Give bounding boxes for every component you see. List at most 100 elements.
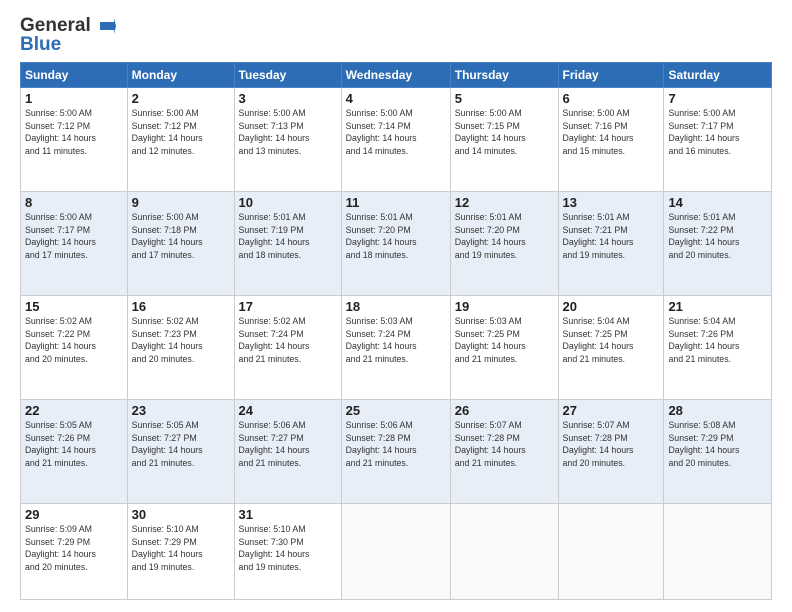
calendar-cell: 4Sunrise: 5:00 AM Sunset: 7:14 PM Daylig… xyxy=(341,87,450,191)
day-info: Sunrise: 5:04 AM Sunset: 7:26 PM Dayligh… xyxy=(668,315,767,366)
calendar-cell: 30Sunrise: 5:10 AM Sunset: 7:29 PM Dayli… xyxy=(127,503,234,599)
day-info: Sunrise: 5:10 AM Sunset: 7:30 PM Dayligh… xyxy=(239,523,337,574)
day-number: 23 xyxy=(132,403,230,418)
day-info: Sunrise: 5:00 AM Sunset: 7:12 PM Dayligh… xyxy=(132,107,230,158)
day-number: 3 xyxy=(239,91,337,106)
day-info: Sunrise: 5:01 AM Sunset: 7:19 PM Dayligh… xyxy=(239,211,337,262)
calendar-cell: 10Sunrise: 5:01 AM Sunset: 7:19 PM Dayli… xyxy=(234,191,341,295)
day-info: Sunrise: 5:03 AM Sunset: 7:25 PM Dayligh… xyxy=(455,315,554,366)
day-number: 29 xyxy=(25,507,123,522)
day-number: 22 xyxy=(25,403,123,418)
logo-blue: Blue xyxy=(20,35,61,56)
calendar-cell: 28Sunrise: 5:08 AM Sunset: 7:29 PM Dayli… xyxy=(664,399,772,503)
day-number: 5 xyxy=(455,91,554,106)
day-info: Sunrise: 5:00 AM Sunset: 7:13 PM Dayligh… xyxy=(239,107,337,158)
calendar-cell xyxy=(450,503,558,599)
calendar-cell: 16Sunrise: 5:02 AM Sunset: 7:23 PM Dayli… xyxy=(127,295,234,399)
day-number: 16 xyxy=(132,299,230,314)
day-info: Sunrise: 5:00 AM Sunset: 7:14 PM Dayligh… xyxy=(346,107,446,158)
day-number: 28 xyxy=(668,403,767,418)
day-info: Sunrise: 5:06 AM Sunset: 7:27 PM Dayligh… xyxy=(239,419,337,470)
calendar-cell: 11Sunrise: 5:01 AM Sunset: 7:20 PM Dayli… xyxy=(341,191,450,295)
calendar-cell: 8Sunrise: 5:00 AM Sunset: 7:17 PM Daylig… xyxy=(21,191,128,295)
calendar-cell xyxy=(664,503,772,599)
calendar-cell: 12Sunrise: 5:01 AM Sunset: 7:20 PM Dayli… xyxy=(450,191,558,295)
calendar-week-row: 29Sunrise: 5:09 AM Sunset: 7:29 PM Dayli… xyxy=(21,503,772,599)
day-number: 4 xyxy=(346,91,446,106)
calendar-cell: 20Sunrise: 5:04 AM Sunset: 7:25 PM Dayli… xyxy=(558,295,664,399)
calendar-cell: 24Sunrise: 5:06 AM Sunset: 7:27 PM Dayli… xyxy=(234,399,341,503)
day-number: 2 xyxy=(132,91,230,106)
day-info: Sunrise: 5:01 AM Sunset: 7:20 PM Dayligh… xyxy=(346,211,446,262)
calendar-week-row: 15Sunrise: 5:02 AM Sunset: 7:22 PM Dayli… xyxy=(21,295,772,399)
day-number: 12 xyxy=(455,195,554,210)
day-info: Sunrise: 5:05 AM Sunset: 7:27 PM Dayligh… xyxy=(132,419,230,470)
day-info: Sunrise: 5:02 AM Sunset: 7:23 PM Dayligh… xyxy=(132,315,230,366)
calendar-cell: 14Sunrise: 5:01 AM Sunset: 7:22 PM Dayli… xyxy=(664,191,772,295)
day-number: 25 xyxy=(346,403,446,418)
calendar-cell: 6Sunrise: 5:00 AM Sunset: 7:16 PM Daylig… xyxy=(558,87,664,191)
calendar-cell: 17Sunrise: 5:02 AM Sunset: 7:24 PM Dayli… xyxy=(234,295,341,399)
day-number: 1 xyxy=(25,91,123,106)
day-info: Sunrise: 5:03 AM Sunset: 7:24 PM Dayligh… xyxy=(346,315,446,366)
day-info: Sunrise: 5:10 AM Sunset: 7:29 PM Dayligh… xyxy=(132,523,230,574)
day-info: Sunrise: 5:09 AM Sunset: 7:29 PM Dayligh… xyxy=(25,523,123,574)
day-number: 30 xyxy=(132,507,230,522)
calendar-table: SundayMondayTuesdayWednesdayThursdayFrid… xyxy=(20,62,772,600)
calendar-cell xyxy=(558,503,664,599)
calendar-cell xyxy=(341,503,450,599)
day-number: 8 xyxy=(25,195,123,210)
day-number: 7 xyxy=(668,91,767,106)
day-number: 18 xyxy=(346,299,446,314)
calendar-cell: 29Sunrise: 5:09 AM Sunset: 7:29 PM Dayli… xyxy=(21,503,128,599)
calendar-cell: 22Sunrise: 5:05 AM Sunset: 7:26 PM Dayli… xyxy=(21,399,128,503)
day-number: 10 xyxy=(239,195,337,210)
day-info: Sunrise: 5:07 AM Sunset: 7:28 PM Dayligh… xyxy=(563,419,660,470)
day-info: Sunrise: 5:02 AM Sunset: 7:22 PM Dayligh… xyxy=(25,315,123,366)
day-number: 15 xyxy=(25,299,123,314)
col-header-wednesday: Wednesday xyxy=(341,62,450,87)
day-number: 31 xyxy=(239,507,337,522)
calendar-week-row: 1Sunrise: 5:00 AM Sunset: 7:12 PM Daylig… xyxy=(21,87,772,191)
calendar-cell: 23Sunrise: 5:05 AM Sunset: 7:27 PM Dayli… xyxy=(127,399,234,503)
day-number: 11 xyxy=(346,195,446,210)
day-number: 14 xyxy=(668,195,767,210)
day-number: 26 xyxy=(455,403,554,418)
day-number: 19 xyxy=(455,299,554,314)
day-number: 17 xyxy=(239,299,337,314)
calendar-cell: 7Sunrise: 5:00 AM Sunset: 7:17 PM Daylig… xyxy=(664,87,772,191)
day-info: Sunrise: 5:08 AM Sunset: 7:29 PM Dayligh… xyxy=(668,419,767,470)
day-info: Sunrise: 5:01 AM Sunset: 7:22 PM Dayligh… xyxy=(668,211,767,262)
day-info: Sunrise: 5:01 AM Sunset: 7:20 PM Dayligh… xyxy=(455,211,554,262)
page: General Blue SundayMondayTuesdayWednesda… xyxy=(0,0,792,612)
col-header-tuesday: Tuesday xyxy=(234,62,341,87)
day-info: Sunrise: 5:05 AM Sunset: 7:26 PM Dayligh… xyxy=(25,419,123,470)
day-number: 21 xyxy=(668,299,767,314)
calendar-cell: 18Sunrise: 5:03 AM Sunset: 7:24 PM Dayli… xyxy=(341,295,450,399)
calendar-cell: 15Sunrise: 5:02 AM Sunset: 7:22 PM Dayli… xyxy=(21,295,128,399)
calendar-cell: 21Sunrise: 5:04 AM Sunset: 7:26 PM Dayli… xyxy=(664,295,772,399)
col-header-monday: Monday xyxy=(127,62,234,87)
day-number: 6 xyxy=(563,91,660,106)
calendar-cell: 3Sunrise: 5:00 AM Sunset: 7:13 PM Daylig… xyxy=(234,87,341,191)
day-info: Sunrise: 5:01 AM Sunset: 7:21 PM Dayligh… xyxy=(563,211,660,262)
day-info: Sunrise: 5:00 AM Sunset: 7:15 PM Dayligh… xyxy=(455,107,554,158)
calendar-cell: 26Sunrise: 5:07 AM Sunset: 7:28 PM Dayli… xyxy=(450,399,558,503)
calendar-cell: 27Sunrise: 5:07 AM Sunset: 7:28 PM Dayli… xyxy=(558,399,664,503)
day-number: 20 xyxy=(563,299,660,314)
calendar-cell: 25Sunrise: 5:06 AM Sunset: 7:28 PM Dayli… xyxy=(341,399,450,503)
day-info: Sunrise: 5:00 AM Sunset: 7:17 PM Dayligh… xyxy=(668,107,767,158)
day-number: 9 xyxy=(132,195,230,210)
col-header-thursday: Thursday xyxy=(450,62,558,87)
calendar-cell: 31Sunrise: 5:10 AM Sunset: 7:30 PM Dayli… xyxy=(234,503,341,599)
calendar-week-row: 22Sunrise: 5:05 AM Sunset: 7:26 PM Dayli… xyxy=(21,399,772,503)
day-number: 24 xyxy=(239,403,337,418)
day-info: Sunrise: 5:00 AM Sunset: 7:12 PM Dayligh… xyxy=(25,107,123,158)
col-header-sunday: Sunday xyxy=(21,62,128,87)
calendar-cell: 2Sunrise: 5:00 AM Sunset: 7:12 PM Daylig… xyxy=(127,87,234,191)
day-info: Sunrise: 5:00 AM Sunset: 7:18 PM Dayligh… xyxy=(132,211,230,262)
day-info: Sunrise: 5:07 AM Sunset: 7:28 PM Dayligh… xyxy=(455,419,554,470)
day-info: Sunrise: 5:00 AM Sunset: 7:16 PM Dayligh… xyxy=(563,107,660,158)
logo-arrow-icon xyxy=(96,18,116,34)
day-info: Sunrise: 5:04 AM Sunset: 7:25 PM Dayligh… xyxy=(563,315,660,366)
